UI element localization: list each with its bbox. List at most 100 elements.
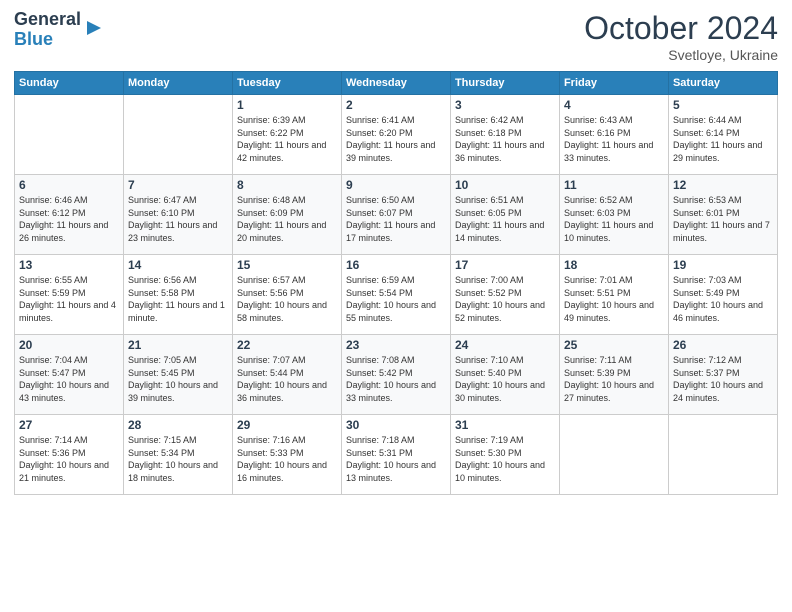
- calendar-cell: 25 Sunrise: 7:11 AM Sunset: 5:39 PM Dayli…: [559, 335, 668, 415]
- day-number: 18: [564, 258, 664, 272]
- day-number: 20: [19, 338, 119, 352]
- cell-info: Sunrise: 7:01 AM Sunset: 5:51 PM Dayligh…: [564, 274, 664, 324]
- day-number: 27: [19, 418, 119, 432]
- week-row-4: 20Sunrise: 7:04 AM Sunset: 5:47 PM Dayli…: [15, 335, 778, 415]
- day-header-friday: Friday: [559, 72, 668, 95]
- calendar-cell: [15, 95, 124, 175]
- day-header-monday: Monday: [123, 72, 232, 95]
- calendar-cell: 5Sunrise: 6:44 AM Sunset: 6:14 PM Daylig…: [668, 95, 777, 175]
- cell-info: Sunrise: 7:07 AM Sunset: 5:44 PM Dayligh…: [237, 354, 337, 404]
- day-header-thursday: Thursday: [450, 72, 559, 95]
- day-number: 2: [346, 98, 446, 112]
- calendar-cell: 15 Sunrise: 6:57 AM Sunset: 5:56 PM Dayli…: [232, 255, 341, 335]
- cell-info: Sunrise: 7:11 AM Sunset: 5:39 PM Dayligh…: [564, 354, 664, 404]
- cell-info: Sunrise: 6:41 AM Sunset: 6:20 PM Dayligh…: [346, 114, 446, 164]
- calendar-table: SundayMondayTuesdayWednesdayThursdayFrid…: [14, 71, 778, 495]
- calendar-cell: 18 Sunrise: 7:01 AM Sunset: 5:51 PM Dayli…: [559, 255, 668, 335]
- cell-info: Sunrise: 7:10 AM Sunset: 5:40 PM Dayligh…: [455, 354, 555, 404]
- cell-info: Sunrise: 7:15 AM Sunset: 5:34 PM Dayligh…: [128, 434, 228, 484]
- day-number: 14: [128, 258, 228, 272]
- header: General Blue October 2024 Svetloye, Ukra…: [14, 10, 778, 63]
- day-number: 16: [346, 258, 446, 272]
- day-number: 19: [673, 258, 773, 272]
- day-number: 21: [128, 338, 228, 352]
- day-number: 15: [237, 258, 337, 272]
- calendar-cell: 11 Sunrise: 6:52 AM Sunset: 6:03 PM Dayli…: [559, 175, 668, 255]
- cell-info: Sunrise: 7:14 AM Sunset: 5:36 PM Dayligh…: [19, 434, 119, 484]
- calendar-cell: [668, 415, 777, 495]
- day-header-wednesday: Wednesday: [341, 72, 450, 95]
- cell-info: Sunrise: 7:19 AM Sunset: 5:30 PM Dayligh…: [455, 434, 555, 484]
- day-number: 6: [19, 178, 119, 192]
- cell-info: Sunrise: 6:48 AM Sunset: 6:09 PM Dayligh…: [237, 194, 337, 244]
- cell-info: Sunrise: 6:52 AM Sunset: 6:03 PM Dayligh…: [564, 194, 664, 244]
- logo: General Blue: [14, 10, 103, 50]
- day-number: 3: [455, 98, 555, 112]
- calendar-cell: 1 Sunrise: 6:39 AM Sunset: 6:22 PM Daylig…: [232, 95, 341, 175]
- cell-info: Sunrise: 6:57 AM Sunset: 5:56 PM Dayligh…: [237, 274, 337, 324]
- cell-info: Sunrise: 7:12 AM Sunset: 5:37 PM Dayligh…: [673, 354, 773, 404]
- calendar-cell: 26Sunrise: 7:12 AM Sunset: 5:37 PM Dayli…: [668, 335, 777, 415]
- day-number: 30: [346, 418, 446, 432]
- cell-info: Sunrise: 7:18 AM Sunset: 5:31 PM Dayligh…: [346, 434, 446, 484]
- logo-arrow-icon: [85, 19, 103, 37]
- day-number: 1: [237, 98, 337, 112]
- calendar-cell: 28 Sunrise: 7:15 AM Sunset: 5:34 PM Dayli…: [123, 415, 232, 495]
- calendar-cell: 23 Sunrise: 7:08 AM Sunset: 5:42 PM Dayli…: [341, 335, 450, 415]
- day-number: 7: [128, 178, 228, 192]
- calendar-cell: 17Sunrise: 7:00 AM Sunset: 5:52 PM Dayli…: [450, 255, 559, 335]
- week-row-3: 13 Sunrise: 6:55 AM Sunset: 5:59 PM Dayli…: [15, 255, 778, 335]
- cell-info: Sunrise: 6:47 AM Sunset: 6:10 PM Dayligh…: [128, 194, 228, 244]
- day-number: 25: [564, 338, 664, 352]
- day-number: 9: [346, 178, 446, 192]
- location: Svetloye, Ukraine: [584, 47, 778, 63]
- calendar-cell: 27 Sunrise: 7:14 AM Sunset: 5:36 PM Dayli…: [15, 415, 124, 495]
- cell-info: Sunrise: 7:16 AM Sunset: 5:33 PM Dayligh…: [237, 434, 337, 484]
- logo-text: General Blue: [14, 10, 81, 50]
- day-number: 11: [564, 178, 664, 192]
- day-header-tuesday: Tuesday: [232, 72, 341, 95]
- calendar-cell: [123, 95, 232, 175]
- cell-info: Sunrise: 6:46 AM Sunset: 6:12 PM Dayligh…: [19, 194, 119, 244]
- cell-info: Sunrise: 6:56 AM Sunset: 5:58 PM Dayligh…: [128, 274, 228, 324]
- day-number: 23: [346, 338, 446, 352]
- week-row-5: 27 Sunrise: 7:14 AM Sunset: 5:36 PM Dayli…: [15, 415, 778, 495]
- calendar-cell: 29Sunrise: 7:16 AM Sunset: 5:33 PM Dayli…: [232, 415, 341, 495]
- calendar-cell: 7 Sunrise: 6:47 AM Sunset: 6:10 PM Daylig…: [123, 175, 232, 255]
- day-header-saturday: Saturday: [668, 72, 777, 95]
- cell-info: Sunrise: 6:55 AM Sunset: 5:59 PM Dayligh…: [19, 274, 119, 324]
- cell-info: Sunrise: 6:42 AM Sunset: 6:18 PM Dayligh…: [455, 114, 555, 164]
- calendar-cell: 13 Sunrise: 6:55 AM Sunset: 5:59 PM Dayli…: [15, 255, 124, 335]
- cell-info: Sunrise: 7:03 AM Sunset: 5:49 PM Dayligh…: [673, 274, 773, 324]
- cell-info: Sunrise: 6:39 AM Sunset: 6:22 PM Dayligh…: [237, 114, 337, 164]
- cell-info: Sunrise: 7:05 AM Sunset: 5:45 PM Dayligh…: [128, 354, 228, 404]
- day-header-sunday: Sunday: [15, 72, 124, 95]
- cell-info: Sunrise: 6:51 AM Sunset: 6:05 PM Dayligh…: [455, 194, 555, 244]
- day-number: 8: [237, 178, 337, 192]
- day-number: 28: [128, 418, 228, 432]
- calendar-cell: 9Sunrise: 6:50 AM Sunset: 6:07 PM Daylig…: [341, 175, 450, 255]
- calendar-cell: 6 Sunrise: 6:46 AM Sunset: 6:12 PM Daylig…: [15, 175, 124, 255]
- day-number: 12: [673, 178, 773, 192]
- cell-info: Sunrise: 6:59 AM Sunset: 5:54 PM Dayligh…: [346, 274, 446, 324]
- calendar-cell: 31 Sunrise: 7:19 AM Sunset: 5:30 PM Dayli…: [450, 415, 559, 495]
- week-row-2: 6 Sunrise: 6:46 AM Sunset: 6:12 PM Daylig…: [15, 175, 778, 255]
- calendar-cell: 4Sunrise: 6:43 AM Sunset: 6:16 PM Daylig…: [559, 95, 668, 175]
- cell-info: Sunrise: 7:00 AM Sunset: 5:52 PM Dayligh…: [455, 274, 555, 324]
- cell-info: Sunrise: 7:08 AM Sunset: 5:42 PM Dayligh…: [346, 354, 446, 404]
- week-row-1: 1 Sunrise: 6:39 AM Sunset: 6:22 PM Daylig…: [15, 95, 778, 175]
- header-row: SundayMondayTuesdayWednesdayThursdayFrid…: [15, 72, 778, 95]
- calendar-cell: 8 Sunrise: 6:48 AM Sunset: 6:09 PM Daylig…: [232, 175, 341, 255]
- calendar-cell: 20Sunrise: 7:04 AM Sunset: 5:47 PM Dayli…: [15, 335, 124, 415]
- day-number: 13: [19, 258, 119, 272]
- calendar-cell: 2 Sunrise: 6:41 AM Sunset: 6:20 PM Daylig…: [341, 95, 450, 175]
- calendar-cell: 12Sunrise: 6:53 AM Sunset: 6:01 PM Dayli…: [668, 175, 777, 255]
- calendar-cell: 24Sunrise: 7:10 AM Sunset: 5:40 PM Dayli…: [450, 335, 559, 415]
- day-number: 5: [673, 98, 773, 112]
- calendar-cell: 16 Sunrise: 6:59 AM Sunset: 5:54 PM Dayli…: [341, 255, 450, 335]
- month-title: October 2024: [584, 10, 778, 47]
- day-number: 31: [455, 418, 555, 432]
- calendar-cell: 30 Sunrise: 7:18 AM Sunset: 5:31 PM Dayli…: [341, 415, 450, 495]
- cell-info: Sunrise: 6:43 AM Sunset: 6:16 PM Dayligh…: [564, 114, 664, 164]
- calendar-cell: 22Sunrise: 7:07 AM Sunset: 5:44 PM Dayli…: [232, 335, 341, 415]
